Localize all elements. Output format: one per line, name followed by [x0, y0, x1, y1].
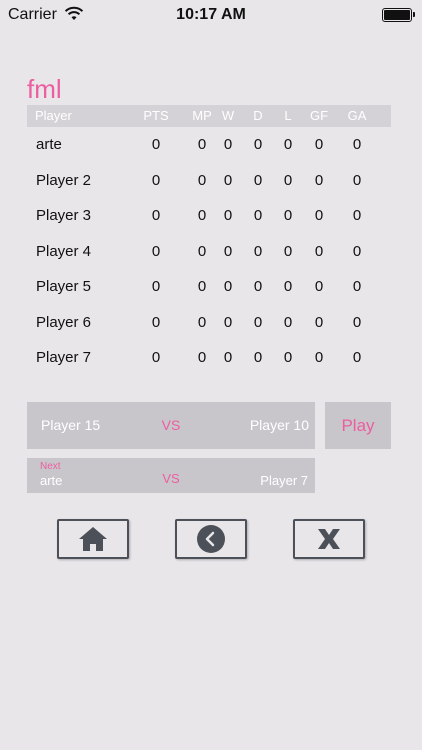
- close-button[interactable]: [293, 519, 365, 559]
- stat-ga: 0: [352, 207, 362, 224]
- stat-w: 0: [223, 242, 233, 260]
- back-button[interactable]: [175, 519, 247, 559]
- table-row: Player 50000000: [27, 269, 391, 305]
- status-bar: Carrier 10:17 AM: [0, 0, 422, 30]
- stat-pts: 0: [151, 349, 161, 366]
- stat-pts: 0: [151, 242, 161, 260]
- stat-gf: 0: [314, 136, 324, 153]
- stat-ga: 0: [352, 242, 362, 260]
- stat-gf: 0: [314, 171, 324, 189]
- next-match: Next arte VS Player 7: [27, 458, 315, 493]
- stat-pts: 0: [151, 278, 161, 295]
- next-away-player: Player 7: [260, 473, 308, 488]
- home-button[interactable]: [57, 519, 129, 559]
- stat-l: 0: [283, 278, 293, 295]
- table-row: Player 30000000: [27, 198, 391, 234]
- header-pts: PTS: [143, 108, 169, 123]
- stat-w: 0: [223, 171, 233, 189]
- stat-d: 0: [253, 242, 263, 260]
- stat-d: 0: [253, 278, 263, 295]
- header-l: L: [284, 108, 292, 123]
- home-icon: [79, 527, 107, 551]
- stat-l: 0: [283, 171, 293, 189]
- player-name: Player 3: [36, 207, 92, 224]
- stat-pts: 0: [151, 136, 161, 153]
- header-player: Player: [35, 108, 72, 123]
- stat-pts: 0: [151, 171, 161, 189]
- header-ga: GA: [347, 108, 367, 123]
- stat-w: 0: [223, 136, 233, 153]
- stat-gf: 0: [314, 313, 324, 331]
- player-name: Player 2: [36, 171, 92, 189]
- stat-pts: 0: [151, 313, 161, 331]
- clock: 10:17 AM: [176, 6, 246, 23]
- table-row: Player 40000000: [27, 234, 391, 270]
- stat-gf: 0: [314, 349, 324, 366]
- close-icon: [318, 529, 340, 549]
- current-away-player: Player 10: [249, 417, 309, 433]
- stat-gf: 0: [314, 207, 324, 224]
- player-name: arte: [36, 136, 62, 153]
- stat-d: 0: [253, 313, 263, 331]
- stat-l: 0: [283, 313, 293, 331]
- stat-l: 0: [283, 136, 293, 153]
- stat-d: 0: [253, 207, 263, 224]
- table-row: Player 70000000: [27, 340, 391, 376]
- header-w: W: [221, 108, 235, 123]
- battery-icon: [382, 8, 415, 22]
- stat-d: 0: [253, 171, 263, 189]
- stat-gf: 0: [314, 278, 324, 295]
- stat-d: 0: [253, 349, 263, 366]
- stat-w: 0: [223, 207, 233, 224]
- stat-ga: 0: [352, 313, 362, 331]
- stat-ga: 0: [352, 278, 362, 295]
- header-gf: GF: [309, 108, 329, 123]
- stat-ga: 0: [352, 349, 362, 366]
- league-title: fml: [27, 74, 62, 104]
- player-name: Player 7: [36, 349, 92, 366]
- stat-d: 0: [253, 136, 263, 153]
- table-body: arte 0 0 0 0 0 0 0 Player 2 0 0 0 0 0 0 0 Player 3 0 0 0 0 0 0…: [27, 127, 391, 376]
- header-d: D: [253, 108, 263, 123]
- play-button[interactable]: Play: [325, 402, 391, 449]
- back-icon: [197, 525, 225, 553]
- stat-pts: 0: [151, 207, 161, 224]
- stat-l: 0: [283, 349, 293, 366]
- table-row: Player 20000000: [27, 163, 391, 199]
- table-row: arte 0 0 0 0 0 0 0: [27, 127, 391, 163]
- player-name: Player 4: [36, 242, 92, 260]
- current-match: Player 15 VS Player 10: [27, 402, 315, 449]
- standings-table: Player PTS MP W D L GF GA arte 0 0 0 0 0 0 0 Pla…: [27, 105, 391, 376]
- stat-l: 0: [283, 242, 293, 260]
- stat-l: 0: [283, 207, 293, 224]
- player-name: Player 5: [36, 278, 92, 295]
- player-name: Player 6: [36, 313, 92, 331]
- stat-w: 0: [223, 313, 233, 331]
- stat-gf: 0: [314, 242, 324, 260]
- stat-ga: 0: [352, 171, 362, 189]
- table-row: Player 60000000: [27, 305, 391, 341]
- stat-ga: 0: [352, 136, 362, 153]
- table-header: Player PTS MP W D L GF GA: [27, 105, 391, 127]
- stat-w: 0: [223, 278, 233, 295]
- stat-w: 0: [223, 349, 233, 366]
